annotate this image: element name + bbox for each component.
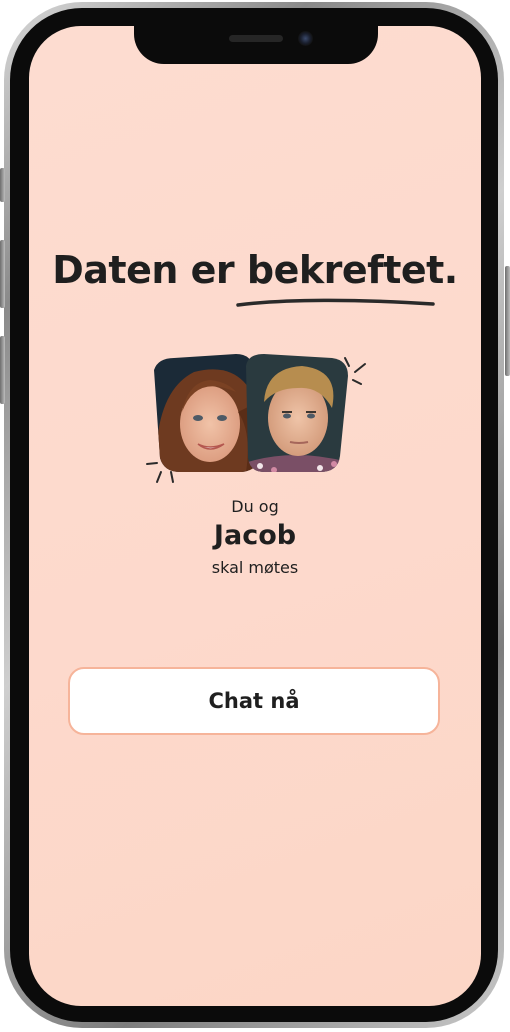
notch <box>134 22 378 64</box>
chat-now-button[interactable]: Chat nå <box>68 667 440 735</box>
screen: Daten er bekreftet. Du og Jacob skal møt… <box>29 26 481 1006</box>
sparkle-top-right-icon <box>344 357 366 385</box>
match-post-text: skal møtes <box>211 558 299 577</box>
match-pre-text: Du og <box>231 497 279 516</box>
side-button-power <box>505 266 510 376</box>
avatar-match <box>246 354 348 472</box>
side-button-volume-down <box>0 336 5 404</box>
side-button-mute <box>0 168 5 202</box>
sparkle-bottom-left-icon <box>146 462 174 483</box>
headline-prefix: Daten er <box>52 248 235 292</box>
earpiece-speaker <box>229 35 283 42</box>
headline-underline-decoration <box>236 298 435 307</box>
side-button-volume-up <box>0 240 5 308</box>
front-camera-icon <box>298 31 313 46</box>
page-title: Daten er bekreftet. <box>29 248 481 292</box>
match-name: Jacob <box>213 520 297 551</box>
headline-emphasis: bekreftet. <box>246 248 458 292</box>
